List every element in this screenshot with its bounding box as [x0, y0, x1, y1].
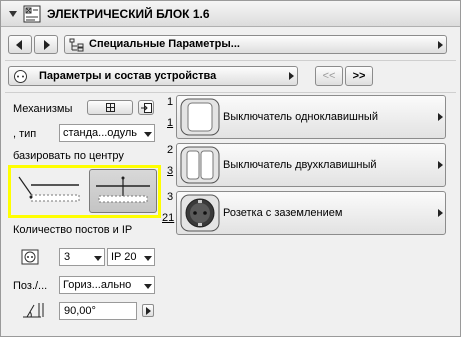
type-dropdown-arrow-icon — [144, 132, 152, 137]
device-1-arrow-icon — [438, 113, 443, 121]
device-3-label: Розетка с заземлением — [223, 207, 343, 219]
device-2-count-bottom: 3 — [167, 165, 174, 177]
device-1-count-bottom: 1 — [167, 117, 174, 129]
ip-value: IP 20 — [111, 251, 137, 263]
device-2-button[interactable]: Выключатель двухклавишный — [176, 143, 446, 187]
device-3-count-bottom: 21 — [162, 212, 175, 224]
switch-single-icon — [180, 98, 220, 136]
type-select[interactable]: станда...одуль — [59, 124, 155, 142]
mechanisms-label: Механизмы — [13, 103, 73, 115]
count-label: Количество постов и IP — [13, 224, 133, 236]
device-2-arrow-icon — [438, 161, 443, 169]
window-title: ЭЛЕКТРИЧЕСКИЙ БЛОК 1.6 — [47, 7, 210, 21]
count-dropdown-arrow-icon — [94, 256, 102, 261]
socket-small-icon — [14, 70, 27, 83]
mechanisms-grid-button[interactable] — [87, 100, 133, 115]
device-2-label: Выключатель двухклавишный — [223, 159, 377, 171]
ip-select[interactable]: IP 20 — [107, 248, 155, 266]
device-1-button[interactable]: Выключатель одноклавишный — [176, 95, 446, 139]
nav-forward-button[interactable] — [34, 35, 58, 54]
socket-count-icon — [21, 249, 39, 265]
alignment-selector — [8, 165, 161, 218]
parameters-label: Параметры и состав устройства — [39, 70, 217, 82]
device-3-arrow-icon — [438, 209, 443, 217]
position-label: Поз./... — [13, 280, 48, 292]
device-3-button[interactable]: Розетка с заземлением — [176, 191, 446, 235]
align-center-icon — [96, 176, 150, 203]
parameters-selector[interactable]: Параметры и состав устройства — [8, 66, 298, 86]
type-label: , тип — [13, 128, 37, 140]
title-bar[interactable]: ЭЛЕКТРИЧЕСКИЙ БЛОК 1.6 — [1, 1, 460, 27]
angle-toggle-button[interactable] — [142, 304, 154, 317]
angle-icon — [23, 303, 44, 318]
position-dropdown-arrow-icon — [144, 284, 152, 289]
count-select[interactable]: 3 — [59, 248, 105, 266]
grid-icon — [106, 103, 115, 112]
grounded-socket-icon — [180, 194, 220, 232]
divider — [5, 92, 456, 93]
parameters-tree-icon — [69, 38, 84, 52]
mechanisms-edit-button[interactable] — [138, 100, 154, 115]
ip-dropdown-arrow-icon — [144, 256, 152, 261]
center-label: базировать по центру — [13, 150, 124, 162]
align-center-option[interactable] — [89, 169, 157, 213]
angle-input[interactable]: 90,00° — [59, 302, 137, 320]
device-1-count-top: 1 — [167, 96, 174, 108]
type-value: станда...одуль — [63, 127, 138, 139]
switch-double-icon — [180, 146, 220, 184]
angle-arrow-icon — [146, 307, 151, 315]
position-select[interactable]: Гориз...ально — [59, 276, 155, 294]
section-selector[interactable]: Специальные Параметры... — [64, 35, 447, 54]
device-3-count-top: 3 — [167, 191, 174, 203]
next-page-label: >> — [352, 70, 366, 82]
device-1-label: Выключатель одноклавишный — [223, 111, 378, 123]
align-left-option[interactable] — [17, 173, 85, 211]
arrow-right-icon — [44, 40, 50, 50]
link-edit-icon — [141, 103, 152, 113]
device-2-count-top: 2 — [167, 144, 174, 156]
count-value: 3 — [64, 251, 71, 263]
arrow-left-icon — [16, 40, 22, 50]
parameters-dropdown-arrow-icon — [289, 72, 294, 80]
prev-page-button[interactable]: << — [315, 66, 343, 86]
section-label: Специальные Параметры... — [89, 38, 240, 50]
align-left-icon — [18, 176, 80, 202]
settings-dialog: ЭЛЕКТРИЧЕСКИЙ БЛОК 1.6 Специальные Парам… — [0, 0, 461, 337]
next-page-button[interactable]: >> — [345, 66, 373, 86]
nav-back-button[interactable] — [8, 35, 32, 54]
position-value: Гориз...ально — [63, 279, 132, 291]
section-dropdown-arrow-icon — [438, 41, 443, 49]
collapse-triangle-icon[interactable] — [9, 11, 17, 17]
prev-page-label: << — [322, 70, 336, 82]
angle-value: 90,00° — [64, 305, 96, 317]
divider — [5, 60, 456, 61]
electrical-block-icon — [23, 5, 41, 23]
